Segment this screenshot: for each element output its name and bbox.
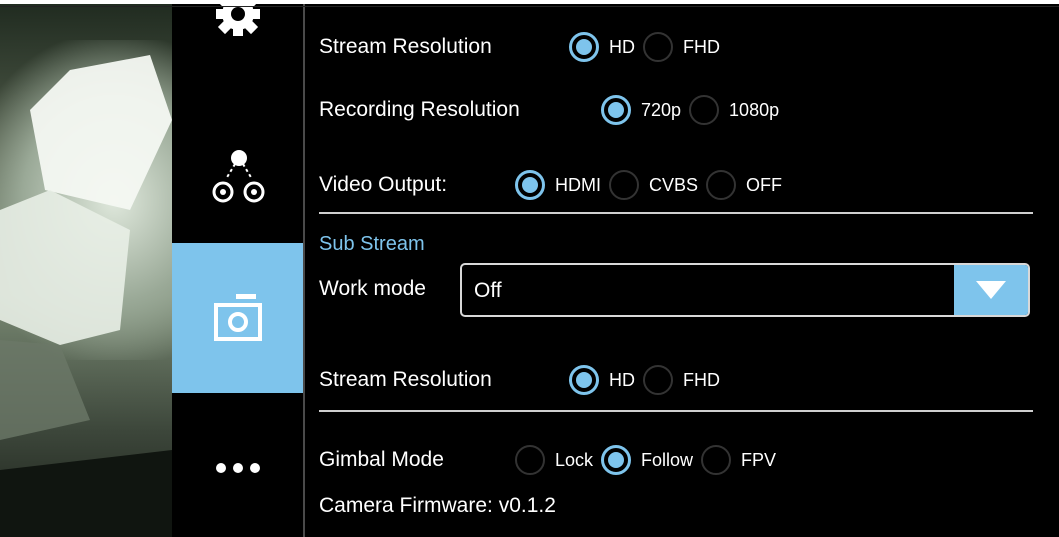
triangle-down-icon: [976, 281, 1006, 299]
sidebar-item-settings[interactable]: [172, 0, 303, 50]
radio-unselected-icon: [643, 365, 673, 395]
radio-selected-icon: [569, 32, 599, 62]
recording-resolution-row: Recording Resolution 720p 1080p: [319, 95, 787, 125]
gimbal-mode-label: Gimbal Mode: [319, 448, 444, 471]
radio-selected-icon: [601, 445, 632, 475]
sub-stream-resolution-option-hd[interactable]: HD: [569, 365, 643, 395]
more-icon: [208, 458, 268, 483]
video-output-option-cvbs[interactable]: CVBS: [609, 170, 706, 200]
gear-icon: [210, 0, 266, 53]
work-mode-dropdown[interactable]: Off: [460, 263, 1030, 317]
camera-preview: [0, 0, 172, 537]
gimbal-mode-option-fpv[interactable]: FPV: [701, 445, 784, 475]
recording-resolution-option-720p[interactable]: 720p: [601, 95, 689, 125]
work-mode-row: Work mode: [319, 277, 426, 301]
video-output-option-off[interactable]: OFF: [706, 170, 790, 200]
radio-selected-icon: [515, 170, 545, 200]
sub-stream-resolution-option-fhd[interactable]: FHD: [643, 365, 728, 395]
camera-icon: [208, 288, 268, 349]
work-mode-label: Work mode: [319, 277, 426, 300]
radio-unselected-icon: [701, 445, 732, 475]
top-border-inner: [0, 6, 1059, 7]
sidebar-item-gimbal[interactable]: [172, 120, 303, 220]
app-screen: Stream Resolution HD FHD Recording Resol…: [0, 0, 1059, 537]
preview-image: [0, 55, 172, 537]
gimbal-mode-option-follow[interactable]: Follow: [601, 445, 701, 475]
sub-stream-title: Sub Stream: [319, 233, 425, 255]
gimbal-mode-row: Gimbal Mode Lock Follow FPV: [319, 445, 784, 475]
radio-unselected-icon: [643, 32, 673, 62]
radio-unselected-icon: [689, 95, 720, 125]
radio-selected-icon: [569, 365, 599, 395]
camera-firmware-row: Camera Firmware: v0.1.2: [319, 494, 556, 518]
sidebar: [172, 0, 303, 537]
video-output-label: Video Output:: [319, 173, 448, 196]
stream-resolution-option-hd[interactable]: HD: [569, 32, 643, 62]
gimbal-icon: [208, 133, 268, 208]
sidebar-item-more[interactable]: [172, 430, 303, 510]
stream-resolution-label: Stream Resolution: [319, 35, 492, 58]
sub-stream-resolution-label: Stream Resolution: [319, 368, 492, 391]
sidebar-item-camera[interactable]: [172, 243, 303, 393]
section-divider: [319, 212, 1033, 214]
dropdown-arrow-button[interactable]: [954, 265, 1028, 315]
top-border: [0, 0, 1059, 4]
recording-resolution-option-1080p[interactable]: 1080p: [689, 95, 787, 125]
gimbal-mode-option-lock[interactable]: Lock: [515, 445, 601, 475]
recording-resolution-label: Recording Resolution: [319, 98, 520, 121]
radio-selected-icon: [601, 95, 631, 125]
video-output-option-hdmi[interactable]: HDMI: [515, 170, 609, 200]
radio-unselected-icon: [609, 170, 639, 200]
radio-unselected-icon: [706, 170, 737, 200]
camera-firmware-text: Camera Firmware: v0.1.2: [319, 494, 556, 517]
section-divider: [319, 410, 1033, 412]
stream-resolution-row: Stream Resolution HD FHD: [319, 32, 728, 62]
radio-unselected-icon: [515, 445, 545, 475]
sub-stream-resolution-row: Stream Resolution HD FHD: [319, 365, 728, 395]
video-output-row: Video Output: HDMI CVBS OFF: [319, 170, 790, 200]
settings-panel: Stream Resolution HD FHD Recording Resol…: [305, 0, 1059, 537]
work-mode-value: Off: [474, 279, 502, 302]
stream-resolution-option-fhd[interactable]: FHD: [643, 32, 728, 62]
